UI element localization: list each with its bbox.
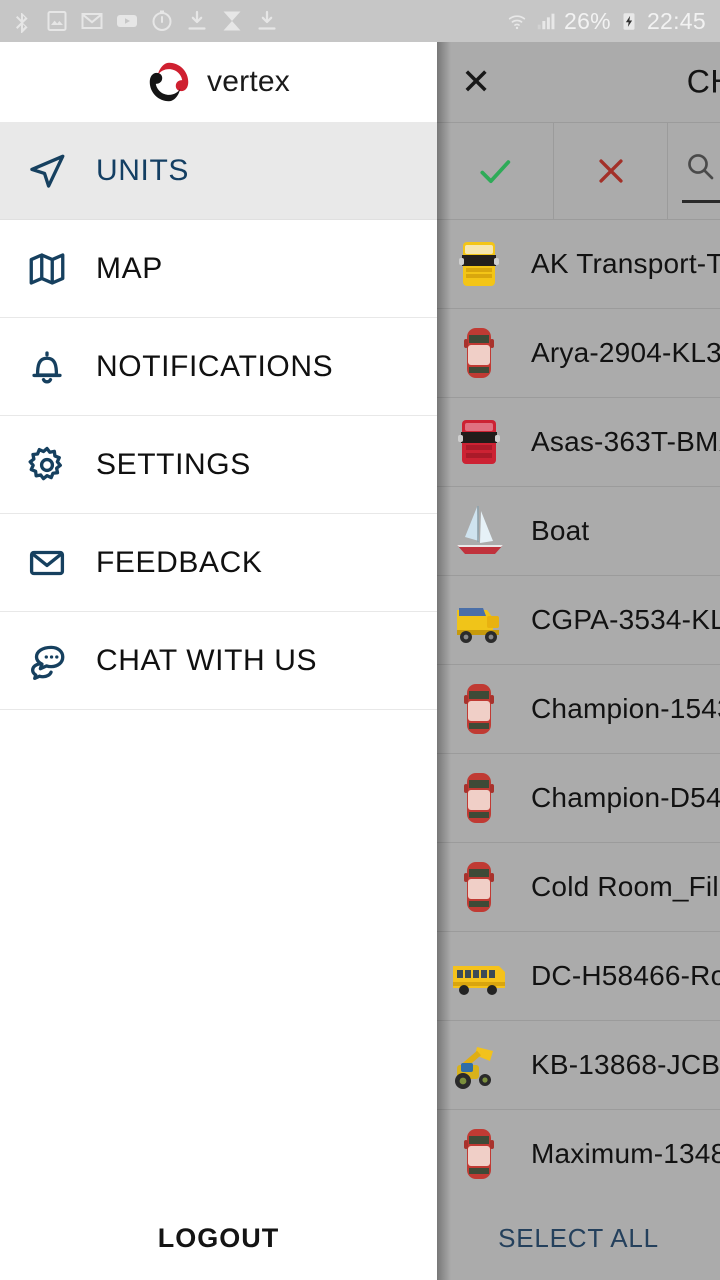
status-bar: 26% 22:45 (0, 0, 720, 42)
unit-list-item[interactable]: Champion-15439 (437, 665, 720, 754)
unit-list-item[interactable]: CGPA-3534-KL44 (437, 576, 720, 665)
status-bar-system: 26% 22:45 (506, 7, 706, 34)
gmail-icon (81, 13, 103, 29)
youtube-icon (117, 15, 137, 27)
red-car-icon (464, 328, 494, 378)
red-car-icon (464, 862, 494, 912)
unit-name-label: KB-13868-JCB (531, 1049, 720, 1080)
unit-name-label: DC-H58466-Roza (531, 960, 720, 991)
sidebar-item-settings[interactable]: SETTINGS (0, 416, 437, 514)
unit-name-label: Boat (531, 515, 590, 546)
gear-icon (28, 446, 62, 480)
accept-button[interactable] (437, 123, 554, 219)
select-all-label: SELECT ALL (498, 1222, 659, 1253)
sidebar-item-label: MAP (96, 251, 163, 285)
sidebar-item-label: UNITS (96, 153, 189, 187)
hourglass-icon (223, 11, 241, 31)
yellow-truck-icon (459, 242, 499, 286)
unit-name-label: Champion-15439 (531, 693, 720, 724)
unit-list[interactable]: AK Transport-T4 Arya-2904-KL32 Asas-363T… (437, 220, 720, 1199)
unit-list-item[interactable]: DC-H58466-Roza (437, 932, 720, 1021)
red-car-icon (464, 684, 494, 734)
search-icon (688, 154, 714, 180)
battery-charging-icon (623, 13, 635, 30)
red-truck-icon (458, 420, 500, 464)
x-icon (598, 159, 623, 183)
unit-list-item[interactable]: Champion-D5489 (437, 754, 720, 843)
unit-name-label: Arya-2904-KL32 (531, 337, 720, 368)
chat-bubble-icon (30, 645, 65, 680)
search-underline (682, 200, 720, 203)
cellular-signal-icon (537, 13, 555, 30)
sidebar-item-label: CHAT WITH US (96, 643, 318, 677)
sidebar-item-units[interactable]: UNITS (0, 122, 437, 220)
check-icon (480, 160, 511, 184)
unit-name-label: Cold Room_Filly1 (531, 871, 720, 902)
unit-list-item[interactable]: Arya-2904-KL32 (437, 309, 720, 398)
navigation-drawer: vertex UNITS MAP NOTIFICATIONS SETTINGS FEED… (0, 42, 437, 1280)
clock-alarm-icon (152, 10, 172, 31)
unit-list-item[interactable]: AK Transport-T4 (437, 220, 720, 309)
sidebar-item-chat-with-us[interactable]: CHAT WITH US (0, 612, 437, 710)
navigation-arrow-icon (30, 154, 65, 188)
unit-list-item[interactable]: Asas-363T-BMX- (437, 398, 720, 487)
envelope-icon (29, 550, 65, 575)
unit-list-item[interactable]: Boat (437, 487, 720, 576)
unit-name-label: Champion-D5489 (531, 782, 720, 813)
unit-list-item[interactable]: KB-13868-JCB (437, 1021, 720, 1110)
clock-label: 22:45 (646, 7, 706, 34)
brand-name: vertex (207, 65, 290, 98)
sidebar-item-label: SETTINGS (96, 447, 251, 481)
photo-icon (47, 11, 67, 31)
wifi-icon (508, 15, 526, 30)
search-input[interactable] (668, 123, 720, 219)
close-icon[interactable]: ✕ (461, 64, 491, 100)
sidebar-item-map[interactable]: MAP (0, 220, 437, 318)
red-car-icon (464, 773, 494, 823)
sidebar-item-label: NOTIFICATIONS (96, 349, 334, 383)
red-car-icon (464, 1129, 494, 1179)
status-bar-notifications (10, 9, 279, 33)
reject-button[interactable] (554, 123, 668, 219)
unit-list-item[interactable]: Cold Room_Filly1 (437, 843, 720, 932)
logout-button[interactable]: LOGOUT (0, 1196, 437, 1280)
sidebar-item-notifications[interactable]: NOTIFICATIONS (0, 318, 437, 416)
panel-header: ✕ CH (437, 42, 720, 122)
map-icon (29, 252, 65, 285)
unit-list-item[interactable]: Maximum-13485 (437, 1110, 720, 1199)
logout-label: LOGOUT (157, 1222, 280, 1253)
unit-name-label: CGPA-3534-KL44 (531, 604, 720, 635)
bell-icon (32, 350, 62, 383)
bluetooth-audio-icon (16, 12, 28, 33)
yellow-dump-truck-icon (457, 608, 499, 643)
unit-name-label: Maximum-13485 (531, 1138, 720, 1169)
unit-name-label: Asas-363T-BMX- (531, 426, 720, 457)
battery-percent-label: 26% (564, 7, 611, 34)
panel-action-bar (437, 122, 720, 220)
units-selection-panel: ✕ CH AK Transport-T (437, 42, 720, 1280)
drawer-nav-list: UNITS MAP NOTIFICATIONS SETTINGS FEEDBACK CHA… (0, 122, 437, 710)
vertex-spiral-logo (149, 62, 189, 102)
sailboat-icon (457, 506, 503, 554)
select-all-button[interactable]: SELECT ALL (437, 1196, 720, 1280)
sidebar-item-feedback[interactable]: FEEDBACK (0, 514, 437, 612)
panel-title: CH (686, 63, 720, 100)
unit-name-label: AK Transport-T4 (531, 248, 720, 279)
download-icon (188, 10, 206, 30)
jcb-loader-icon (455, 1047, 493, 1089)
download-icon (258, 10, 276, 30)
sidebar-item-label: FEEDBACK (96, 545, 263, 579)
brand-header: vertex (0, 42, 437, 122)
school-bus-icon (453, 966, 505, 995)
